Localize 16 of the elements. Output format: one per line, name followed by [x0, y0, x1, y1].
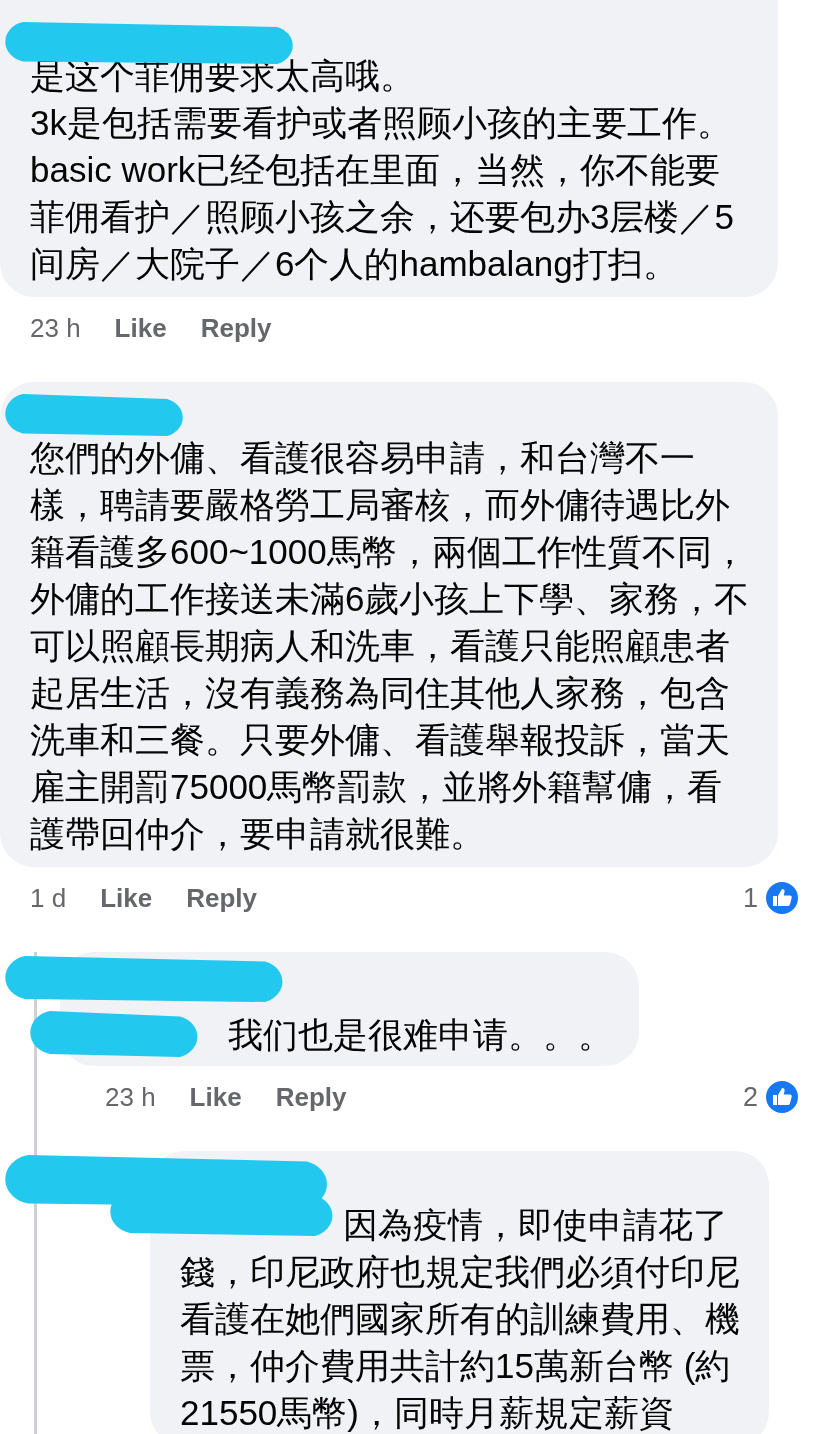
comment-text: 我们也是很难申请。。。 [228, 1014, 613, 1056]
like-icon [764, 880, 800, 916]
like-button[interactable]: Like [100, 878, 153, 918]
comment-text: 您們的外傭、看護很容易申請，和台灣不一樣，聘請要嚴格勞工局審核，而外傭待遇比外籍看護多600~1000馬幣，兩個工作性質不同，外傭的工作接送未滿6歲小孩上下學、家務，不可以照顧長期病人和洗車，看護只能照顧患者起居生活，沒有義務為同住其他人家務，包含洗車和三餐。只要外傭、看護舉報投訴，當天雇主開罰75000馬幣罰款，並將外籍幫傭，看護帶回仲介，要申請就很難。 [30, 437, 751, 855]
reply-button[interactable]: Reply [200, 308, 272, 348]
like-button[interactable]: Like [114, 308, 167, 348]
like-icon [764, 1079, 800, 1115]
reaction-count: 1 [742, 881, 758, 915]
like-button[interactable]: Like [189, 1077, 242, 1117]
timestamp: 23 h [105, 1080, 156, 1114]
reaction-count: 2 [742, 1080, 758, 1114]
comment-text: 因為疫情，即使申請花了錢，印尼政府也規定我們必須付印尼看護在她們國家所有的訓練費用、機票，仲介費用共計約15萬新台幣 (約21550馬幣)，同時月薪規定薪資 [180, 1204, 741, 1434]
timestamp: 1 d [30, 881, 67, 915]
reply-button[interactable]: Reply [275, 1077, 347, 1117]
timestamp: 23 h [30, 311, 81, 345]
reply-button[interactable]: Reply [186, 878, 257, 918]
